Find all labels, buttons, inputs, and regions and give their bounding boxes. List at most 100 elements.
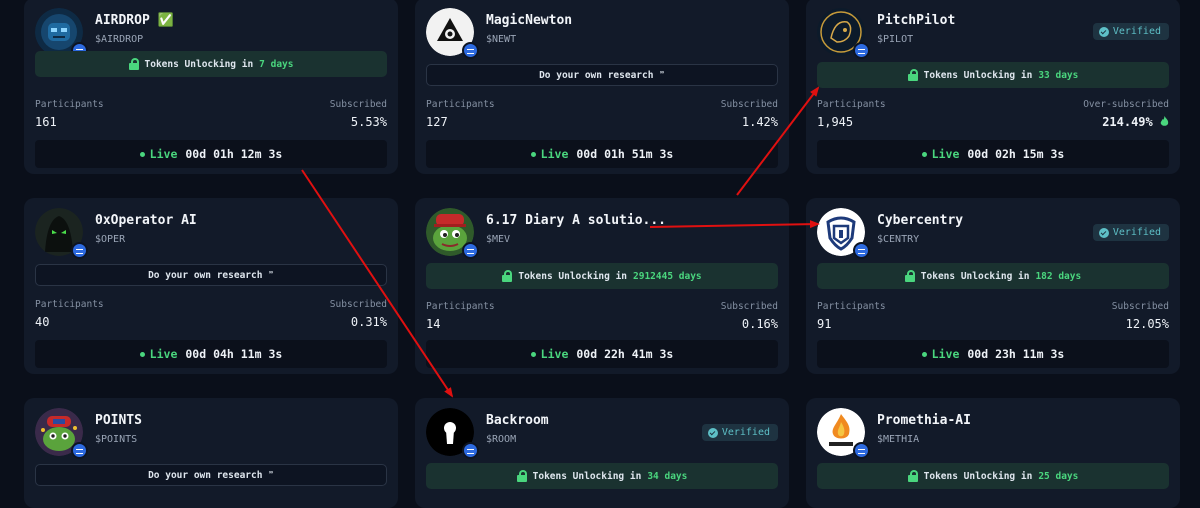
subscribed-label: Subscribed	[720, 301, 778, 312]
project-ticker: $CENTRY	[877, 234, 920, 245]
participants-value: 91	[817, 317, 832, 331]
oversubscribed-value: 214.49%	[1102, 115, 1169, 129]
project-card-pitchpilot[interactable]: PitchPilot $PILOT Verified Tokens Unlock…	[806, 0, 1180, 174]
launchpad-grid: AIRDROP ✅ $AIRDROP Tokens Unlocking in 7…	[0, 0, 1200, 508]
project-name[interactable]: 0xOperator AI	[95, 213, 197, 228]
participants-value: 40	[35, 315, 50, 329]
project-ticker: $POINTS	[95, 434, 138, 445]
project-name[interactable]: PitchPilot	[877, 13, 955, 28]
participants-value: 161	[35, 115, 57, 129]
chain-badge-icon	[71, 442, 88, 459]
participants-value: 14	[426, 317, 441, 331]
chain-badge-icon	[71, 242, 88, 259]
subscribed-label: Subscribed	[329, 299, 387, 310]
chain-badge-icon	[462, 442, 479, 459]
project-name[interactable]: Promethia-AI	[877, 413, 971, 428]
chain-badge-icon	[853, 42, 870, 59]
chain-badge-icon	[853, 442, 870, 459]
project-card-points[interactable]: POINTS $POINTS Do your own research ❞	[24, 398, 398, 508]
project-ticker: $PILOT	[877, 34, 914, 45]
project-card-promethia[interactable]: Promethia-AI $METHIA Tokens Unlocking in…	[806, 398, 1180, 508]
chain-badge-icon	[462, 42, 479, 59]
lock-icon	[907, 470, 918, 482]
unlock-banner: Tokens Unlocking in 25 days	[817, 463, 1169, 489]
unlock-label: Tokens Unlocking in	[920, 270, 1030, 282]
project-card-airdrop[interactable]: AIRDROP ✅ $AIRDROP Tokens Unlocking in 7…	[24, 0, 398, 174]
project-card-cybercentry[interactable]: Cybercentry $CENTRY Verified Tokens Unlo…	[806, 198, 1180, 374]
live-status: Live	[540, 147, 569, 161]
project-ticker: $METHIA	[877, 434, 920, 445]
participants-value: 127	[426, 115, 448, 129]
dyor-banner: Do your own research ❞	[426, 64, 778, 86]
verified-badge: Verified	[1092, 224, 1169, 241]
subscribed-value: 1.42%	[741, 115, 778, 129]
lock-icon	[907, 69, 918, 81]
project-name[interactable]: Backroom	[486, 413, 549, 428]
lock-icon	[128, 58, 139, 70]
unlock-days: 7 days	[259, 58, 294, 70]
chain-badge-icon	[853, 242, 870, 259]
live-dot-icon	[921, 151, 927, 157]
subscribed-value: 0.31%	[350, 315, 387, 329]
chain-badge-icon	[462, 242, 479, 259]
dyor-text: Do your own research ❞	[148, 269, 274, 281]
lock-icon	[502, 270, 513, 282]
verified-check-icon	[1098, 26, 1109, 37]
live-status: Live	[931, 347, 960, 361]
unlock-banner: Tokens Unlocking in 2912445 days	[426, 263, 778, 289]
unlock-label: Tokens Unlocking in	[518, 270, 628, 282]
project-card-backroom[interactable]: Backroom $ROOM Verified Tokens Unlocking…	[415, 398, 789, 508]
verified-label: Verified	[1112, 227, 1161, 238]
unlock-days: 182 days	[1035, 270, 1082, 282]
countdown-timer: 00d 22h 41m 3s	[576, 347, 674, 361]
oversubscribed-percent: 214.49%	[1102, 115, 1153, 129]
verified-label: Verified	[1112, 26, 1161, 37]
participants-label: Participants	[35, 299, 104, 310]
verified-check-icon	[707, 427, 718, 438]
project-card-mev[interactable]: 6.17 Diary A solutio... $MEV Tokens Unlo…	[415, 198, 789, 374]
unlock-days: 25 days	[1038, 470, 1079, 482]
unlock-banner: Tokens Unlocking in 34 days	[426, 463, 778, 489]
participants-label: Participants	[817, 99, 886, 110]
countdown-timer: 00d 23h 11m 3s	[967, 347, 1065, 361]
subscribed-value: 12.05%	[1125, 317, 1169, 331]
live-dot-icon	[530, 151, 536, 157]
subscribed-label: Subscribed	[720, 99, 778, 110]
live-countdown: Live 00d 22h 41m 3s	[426, 340, 778, 368]
subscribed-label: Subscribed	[329, 99, 387, 110]
participants-value: 1,945	[817, 115, 854, 129]
project-name[interactable]: AIRDROP ✅	[95, 13, 174, 28]
unlock-label: Tokens Unlocking in	[532, 470, 642, 482]
project-name[interactable]: Cybercentry	[877, 213, 963, 228]
countdown-timer: 00d 01h 51m 3s	[576, 147, 674, 161]
participants-label: Participants	[426, 99, 495, 110]
verified-badge: Verified	[1092, 23, 1169, 40]
countdown-timer: 00d 02h 15m 3s	[967, 147, 1065, 161]
dyor-text: Do your own research ❞	[539, 69, 665, 81]
live-dot-icon	[530, 351, 536, 357]
unlock-days: 2912445 days	[633, 270, 702, 282]
live-countdown: Live 00d 02h 15m 3s	[817, 140, 1169, 168]
unlock-label: Tokens Unlocking in	[923, 69, 1033, 81]
live-countdown: Live 00d 04h 11m 3s	[35, 340, 387, 368]
unlock-label: Tokens Unlocking in	[923, 470, 1033, 482]
verified-check-icon	[1098, 227, 1109, 238]
project-card-magicnewton[interactable]: MagicNewton $NEWT Do your own research ❞…	[415, 0, 789, 174]
countdown-timer: 00d 01h 12m 3s	[185, 147, 283, 161]
project-name[interactable]: 6.17 Diary A solutio...	[486, 213, 666, 228]
subscribed-value: 0.16%	[741, 317, 778, 331]
verified-label: Verified	[721, 427, 770, 438]
fire-icon	[1160, 115, 1169, 129]
live-status: Live	[540, 347, 569, 361]
participants-label: Participants	[35, 99, 104, 110]
project-name[interactable]: MagicNewton	[486, 13, 572, 28]
subscribed-label: Over-subscribed	[1083, 99, 1169, 110]
participants-label: Participants	[817, 301, 886, 312]
project-ticker: $ROOM	[486, 434, 517, 445]
live-countdown: Live 00d 01h 51m 3s	[426, 140, 778, 168]
project-name[interactable]: POINTS	[95, 413, 142, 428]
subscribed-value: 5.53%	[350, 115, 387, 129]
project-card-0xoperator[interactable]: 0xOperator AI $OPER Do your own research…	[24, 198, 398, 374]
lock-icon	[516, 470, 527, 482]
unlock-days: 34 days	[647, 470, 688, 482]
